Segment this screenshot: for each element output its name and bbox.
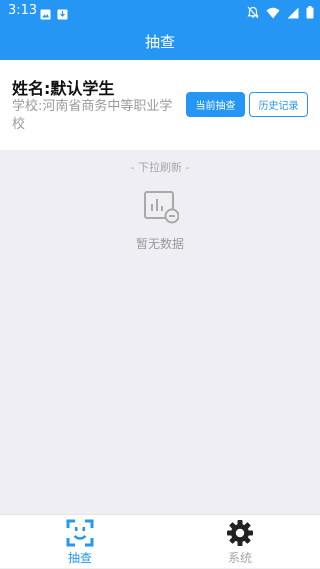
battery-icon xyxy=(306,4,314,23)
app-bar: 抽查 xyxy=(0,22,320,60)
student-name: 姓名:默认学生 xyxy=(12,79,115,98)
gear-icon xyxy=(226,519,254,547)
empty-state-text: 暂无数据 xyxy=(135,237,184,251)
status-right-icons xyxy=(247,4,314,23)
bottom-nav: 抽查 系统 xyxy=(0,514,320,568)
wifi-icon xyxy=(266,4,280,23)
nav-item-system[interactable]: 系统 xyxy=(160,515,320,569)
scan-face-icon xyxy=(66,519,94,547)
chart-empty-icon xyxy=(143,190,180,224)
content-list-area[interactable]: - 下拉刷新 - 暂无数据 xyxy=(0,150,320,514)
student-school: 学校:河南省商务中等职业学校 xyxy=(12,99,173,132)
nav-label-check: 抽查 xyxy=(67,551,92,565)
nav-label-system: 系统 xyxy=(227,551,252,565)
pull-to-refresh-hint: - 下拉刷新 - xyxy=(130,161,190,174)
signal-icon xyxy=(287,4,299,23)
status-bar: 3:13 xyxy=(0,0,320,22)
page-title: 抽查 xyxy=(144,32,175,51)
nav-item-check[interactable]: 抽查 xyxy=(0,515,160,569)
status-time: 3:13 xyxy=(8,3,38,18)
bell-off-icon xyxy=(247,4,259,23)
history-button[interactable]: 历史记录 xyxy=(249,92,308,117)
current-check-button[interactable]: 当前抽查 xyxy=(186,92,245,117)
